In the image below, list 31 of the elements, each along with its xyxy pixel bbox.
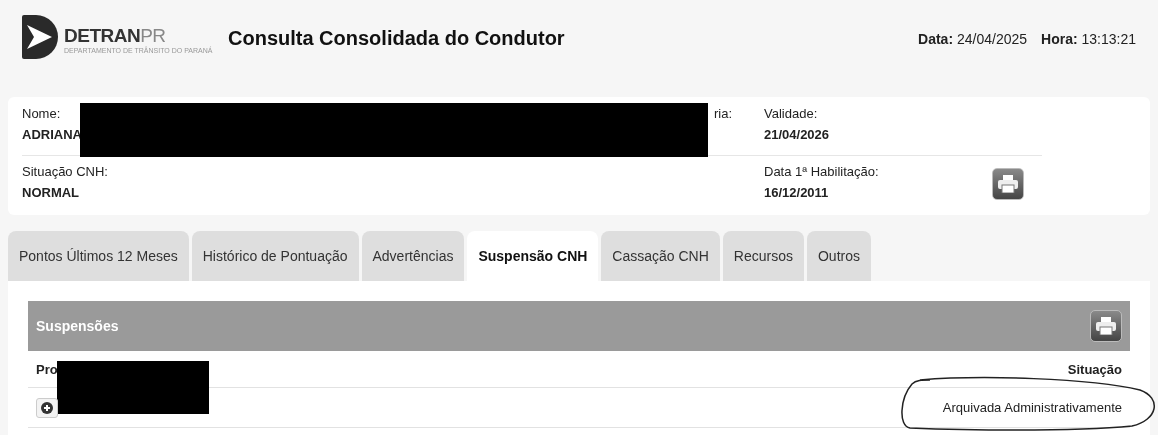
field-label: Nome: — [22, 106, 62, 121]
tab[interactable]: Recursos — [722, 231, 804, 281]
print-button[interactable] — [992, 168, 1024, 200]
field-value: 21/04/2026 — [764, 127, 830, 142]
tab[interactable]: Cassação CNH — [601, 231, 720, 281]
field-label: Validade: — [764, 106, 819, 121]
time-text: Hora: 13:13:21 — [1041, 31, 1136, 47]
logo-wordmark: DETRANPR — [64, 24, 167, 46]
panel-title: Suspensões — [36, 318, 119, 334]
plus-icon — [41, 401, 53, 414]
page-title: Consulta Consolidada do Condutor — [228, 27, 566, 50]
tab[interactable]: Histórico de Pontuação — [191, 231, 359, 281]
logo-icon — [22, 15, 58, 59]
field-label: Data 1ª Habilitação: — [764, 164, 879, 179]
field-value: ADRIANA — [22, 127, 82, 142]
tab[interactable]: Advertências — [361, 231, 465, 281]
date-text: Data: 24/04/2025 — [918, 31, 1028, 47]
tab[interactable]: Suspensão CNH — [467, 231, 599, 281]
field-value: 16/12/2011 — [764, 185, 830, 200]
expand-button[interactable] — [36, 397, 58, 418]
status-text: Arquivada Administrativamente — [942, 400, 1122, 415]
field-value: NORMAL — [22, 185, 81, 200]
printer-icon — [1096, 317, 1116, 335]
tab[interactable]: Pontos Últimos 12 Meses — [8, 231, 189, 281]
print-button[interactable] — [1090, 310, 1122, 342]
field-label: ria: — [714, 106, 733, 121]
field-label: Situação CNH: — [22, 164, 108, 179]
column-header: Situação — [1067, 361, 1122, 377]
printer-icon — [998, 175, 1018, 193]
tab[interactable]: Outros — [807, 231, 871, 281]
column-header: Pro — [36, 361, 58, 377]
